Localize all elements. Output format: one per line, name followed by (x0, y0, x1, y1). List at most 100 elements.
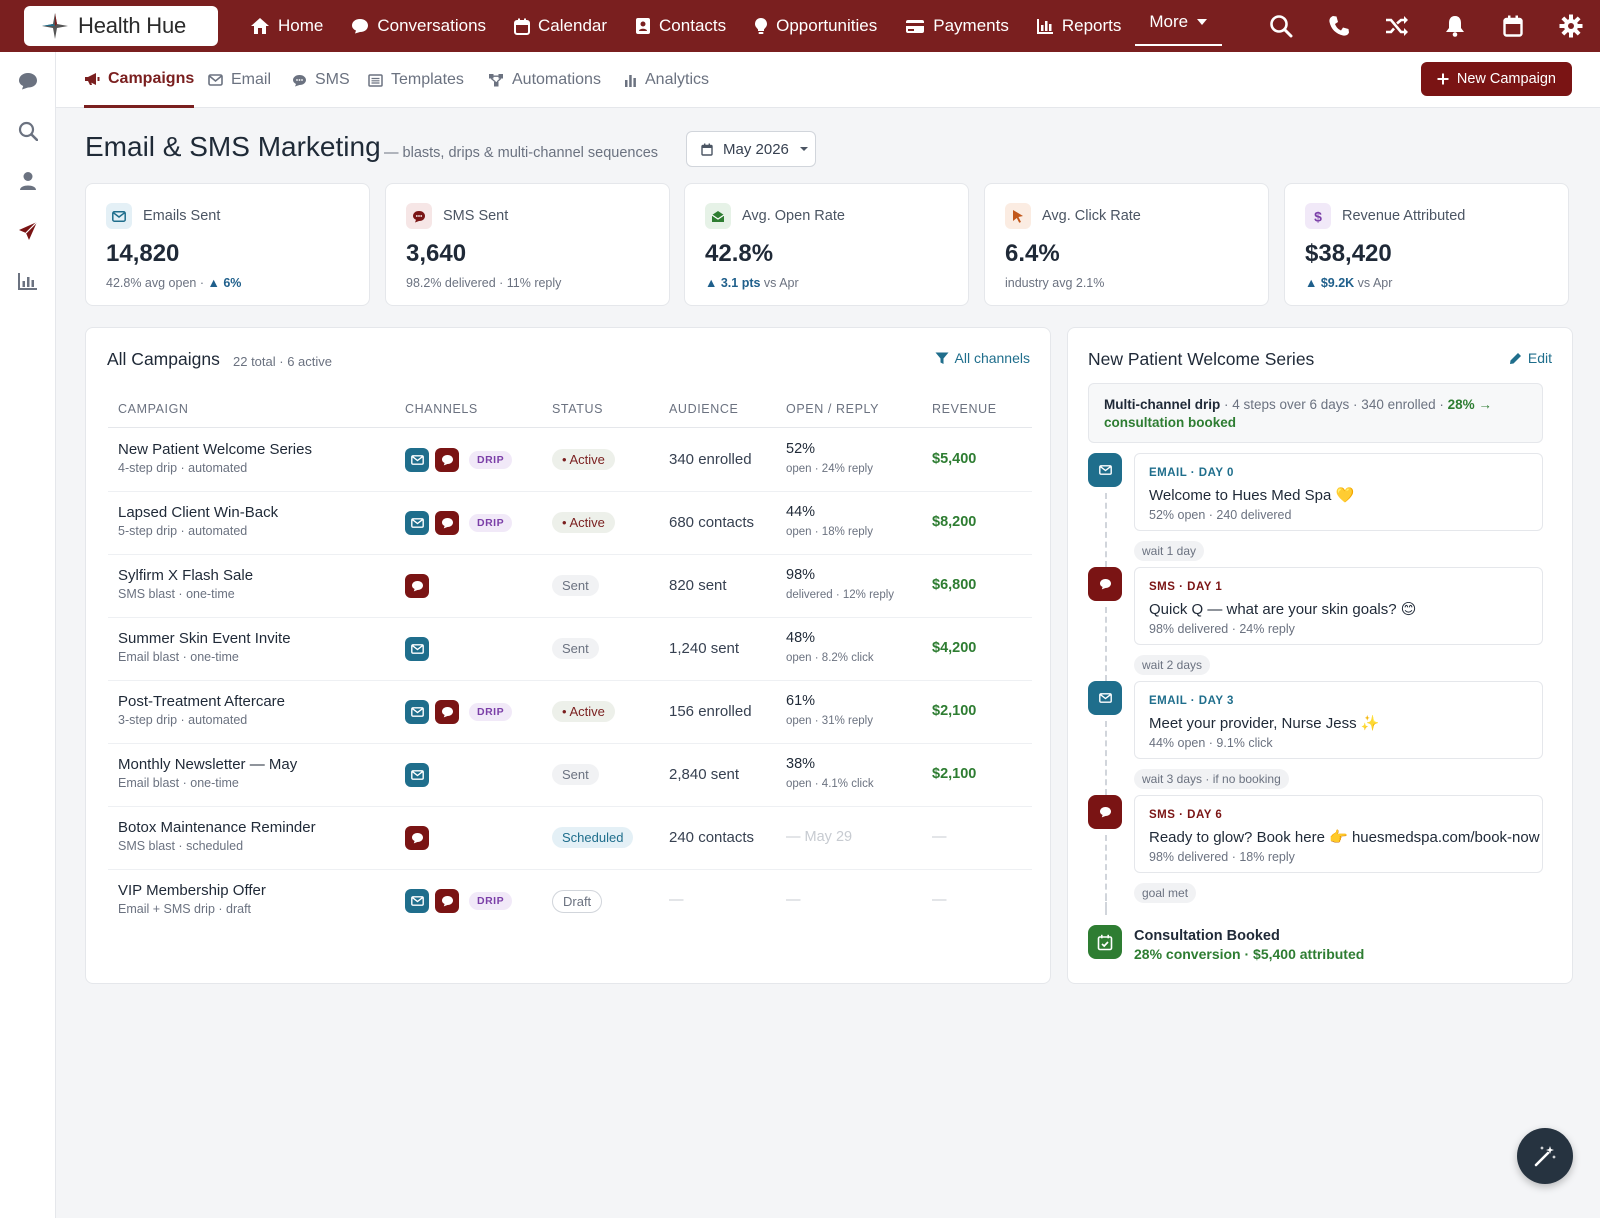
status-badge: Sent (552, 764, 599, 785)
sequence-step-card[interactable]: EMAIL · DAY 0 Welcome to Hues Med Spa 💛 … (1134, 453, 1543, 531)
kpi-value: 3,640 (406, 240, 467, 267)
nav-home[interactable]: Home (236, 0, 337, 52)
app-logo[interactable]: Health Hue (24, 6, 218, 46)
campaign-row[interactable]: Lapsed Client Win-Back 5-step drip · aut… (108, 492, 1032, 555)
sequence-step-card[interactable]: EMAIL · DAY 3 Meet your provider, Nurse … (1134, 681, 1543, 759)
tab-email[interactable]: Email (208, 52, 271, 108)
edit-sequence-button[interactable]: Edit (1509, 350, 1552, 366)
nav-settings-button[interactable] (1542, 0, 1600, 52)
campaign-open-rate: 48% (786, 630, 816, 646)
campaign-row[interactable]: Monthly Newsletter — May Email blast · o… (108, 744, 1032, 807)
campaign-name[interactable]: VIP Membership Offer (118, 882, 266, 899)
sms-icon (293, 74, 306, 86)
nav-more[interactable]: More (1135, 0, 1223, 46)
nav-reports[interactable]: Reports (1023, 0, 1136, 52)
nav-home-label: Home (278, 16, 324, 35)
campaign-name[interactable]: Botox Maintenance Reminder (118, 819, 316, 836)
status-badge: Scheduled (552, 827, 634, 848)
timeline-connector (1105, 721, 1107, 795)
month-selector[interactable]: May 2026 (686, 131, 816, 167)
marketing-tabs: Campaigns Email SMS Templates Automation… (56, 52, 1600, 108)
goal-stats: 28% conversion · $5,400 attributed (1134, 946, 1365, 962)
contacts-icon (636, 18, 651, 34)
rail-reports[interactable] (0, 256, 56, 306)
channel-filter[interactable]: All channels (935, 350, 1030, 366)
campaign-description: 3-step drip · automated (118, 713, 248, 727)
logo-icon (42, 13, 68, 39)
status-badge: Sent (552, 638, 599, 659)
nav-calendar[interactable]: Calendar (500, 0, 621, 52)
status-badge: Sent (552, 575, 599, 596)
rail-contacts[interactable] (0, 156, 56, 206)
tab-email-label: Email (231, 71, 272, 88)
campaign-name[interactable]: Lapsed Client Win-Back (118, 504, 278, 521)
step-title: Ready to glow? Book here 👉 huesmedspa.co… (1149, 829, 1540, 846)
campaign-name[interactable]: New Patient Welcome Series (118, 441, 312, 458)
campaign-name[interactable]: Monthly Newsletter — May (118, 756, 297, 773)
campaign-row[interactable]: Botox Maintenance Reminder SMS blast · s… (108, 807, 1032, 870)
step-title: Meet your provider, Nurse Jess ✨ (1149, 715, 1380, 732)
rail-marketing[interactable] (0, 206, 56, 256)
nav-conversations-label: Conversations (377, 16, 487, 35)
sms-channel-icon (435, 511, 459, 535)
nav-payments[interactable]: Payments (891, 0, 1023, 52)
envelope-icon (208, 74, 223, 86)
campaign-name[interactable]: Summer Skin Event Invite (118, 630, 291, 647)
kpi-value: 6.4% (1005, 240, 1060, 267)
campaign-description: SMS blast · one-time (118, 587, 235, 601)
campaign-audience: 240 contacts (669, 829, 755, 846)
step-label: SMS · DAY 1 (1149, 581, 1223, 593)
tab-analytics[interactable]: Analytics (624, 52, 709, 108)
kpi-label: Emails Sent (143, 208, 221, 224)
tab-campaigns[interactable]: Campaigns (84, 52, 195, 108)
col-status: STATUS (552, 402, 604, 416)
campaign-channels (405, 637, 429, 661)
tab-automations[interactable]: Automations (488, 52, 601, 108)
nav-phone-button[interactable] (1310, 0, 1368, 52)
tab-sms[interactable]: SMS (292, 52, 350, 108)
calendar-icon (701, 143, 713, 156)
campaign-description: 4-step drip · automated (118, 461, 248, 475)
ai-assistant-button[interactable] (1517, 1128, 1573, 1184)
nav-shuffle-button[interactable] (1368, 0, 1426, 52)
nav-contacts[interactable]: Contacts (621, 0, 740, 52)
campaign-audience-empty: — (669, 892, 684, 908)
phone-icon (1329, 16, 1349, 36)
paper-plane-icon (19, 221, 38, 240)
campaign-row[interactable]: Summer Skin Event Invite Email blast · o… (108, 618, 1032, 681)
nav-notifications-button[interactable] (1426, 0, 1484, 52)
status-badge: • Active (552, 701, 615, 722)
email-channel-icon (405, 889, 429, 913)
nav-conversations[interactable]: Conversations (337, 0, 500, 52)
campaign-audience: 1,240 sent (669, 640, 740, 657)
campaign-channels (405, 763, 429, 787)
rail-search[interactable] (0, 106, 56, 156)
campaign-audience: 820 sent (669, 577, 727, 594)
sequence-step-card[interactable]: SMS · DAY 1 Quick Q — what are your skin… (1134, 567, 1543, 645)
campaign-revenue: $2,100 (932, 766, 977, 782)
campaign-row[interactable]: New Patient Welcome Series 4-step drip ·… (108, 429, 1032, 492)
campaign-open-rate: 44% (786, 504, 816, 520)
campaign-row[interactable]: Sylfirm X Flash Sale SMS blast · one-tim… (108, 555, 1032, 618)
rail-conversations[interactable] (0, 56, 56, 106)
list-icon (368, 73, 383, 87)
campaign-channels: DRIP (405, 700, 513, 724)
nav-opportunities[interactable]: Opportunities (740, 0, 891, 52)
nav-calendar-button[interactable] (1484, 0, 1542, 52)
campaign-open-rate: 98% (786, 567, 816, 583)
campaign-name[interactable]: Post-Treatment Aftercare (118, 693, 285, 710)
summary-type: Multi-channel drip (1104, 397, 1221, 412)
sequence-step-card[interactable]: SMS · DAY 6 Ready to glow? Book here 👉 h… (1134, 795, 1543, 873)
sms-icon (406, 203, 432, 229)
campaign-row[interactable]: Post-Treatment Aftercare 3-step drip · a… (108, 681, 1032, 744)
campaign-channels (405, 574, 429, 598)
new-campaign-button[interactable]: New Campaign (1420, 62, 1572, 96)
filter-icon (935, 352, 948, 364)
campaign-name[interactable]: Sylfirm X Flash Sale (118, 567, 253, 584)
kpi-card: Emails Sent 14,820 42.8% avg open · ▲ 6% (85, 183, 370, 306)
campaigns-panel: All Campaigns 22 total · 6 active All ch… (85, 327, 1051, 984)
tab-templates[interactable]: Templates (368, 52, 464, 108)
campaign-description: Email blast · one-time (118, 650, 239, 664)
nav-search-button[interactable] (1252, 0, 1310, 52)
campaign-row[interactable]: VIP Membership Offer Email + SMS drip · … (108, 870, 1032, 933)
